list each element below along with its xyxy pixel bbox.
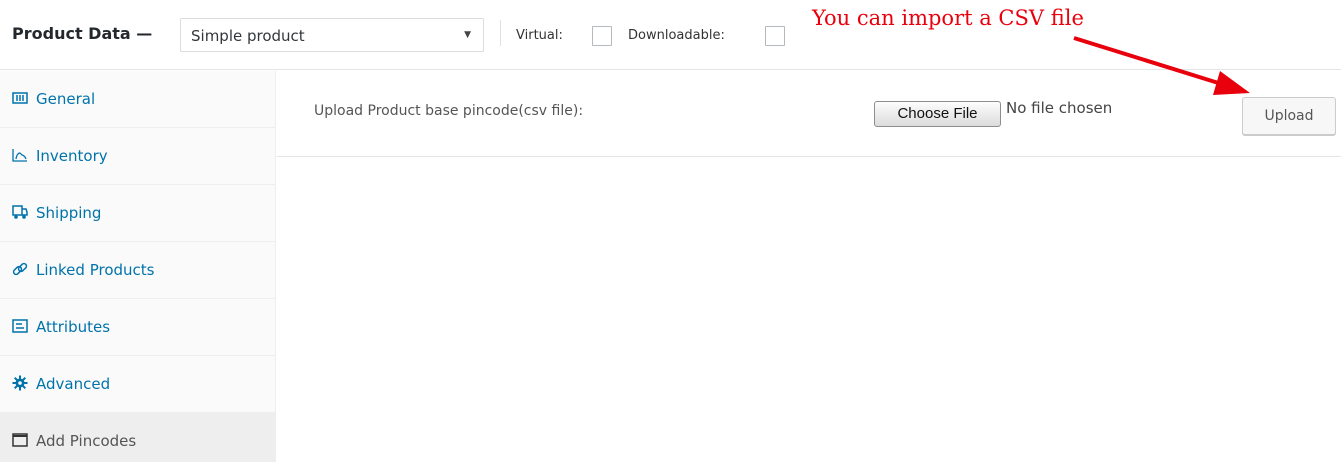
attributes-icon [12,318,28,334]
product-data-header: Product Data — Simple product ▼ Virtual:… [0,0,1341,95]
tab-general[interactable]: General [0,71,276,128]
tab-advanced-label: Advanced [36,375,111,393]
virtual-label: Virtual: [516,28,563,43]
tab-attributes[interactable]: Attributes [0,299,276,356]
tab-add-pincodes[interactable]: Add Pincodes [0,413,276,462]
tab-inventory-label: Inventory [36,147,108,165]
choose-file-button[interactable]: Choose File [874,101,1001,127]
link-icon [12,261,28,277]
virtual-checkbox[interactable] [592,26,612,46]
annotation-text: You can import a CSV file [812,6,1084,30]
tab-linked-products-label: Linked Products [36,261,155,279]
downloadable-checkbox[interactable] [765,26,785,46]
header-divider [500,20,501,46]
inventory-icon [12,147,28,163]
no-file-chosen-text: No file chosen [1006,99,1113,117]
shipping-icon [12,204,28,220]
window-icon [12,432,28,448]
general-icon [12,90,28,106]
tab-add-pincodes-label: Add Pincodes [36,432,137,450]
tab-general-label: General [36,90,96,108]
product-data-title: Product Data — [12,24,153,43]
tab-attributes-label: Attributes [36,318,111,336]
upload-button[interactable]: Upload [1242,97,1336,135]
gear-icon [12,375,28,391]
upload-csv-label: Upload Product base pincode(csv file): [314,103,584,119]
tab-shipping[interactable]: Shipping [0,185,276,242]
upload-pincode-row: Upload Product base pincode(csv file): C… [277,71,1341,157]
downloadable-label: Downloadable: [628,28,725,43]
product-type-select[interactable]: Simple product ▼ [180,18,484,52]
tab-inventory[interactable]: Inventory [0,128,276,185]
product-type-value: Simple product [191,27,305,45]
tab-linked-products[interactable]: Linked Products [0,242,276,299]
tab-advanced[interactable]: Advanced [0,356,276,413]
dropdown-arrow-icon: ▼ [464,30,471,40]
tab-shipping-label: Shipping [36,204,102,222]
product-data-page: Product Data — Simple product ▼ Virtual:… [0,0,1341,462]
product-data-tabs: General Inventory Shipping Linked Produc… [0,71,276,462]
